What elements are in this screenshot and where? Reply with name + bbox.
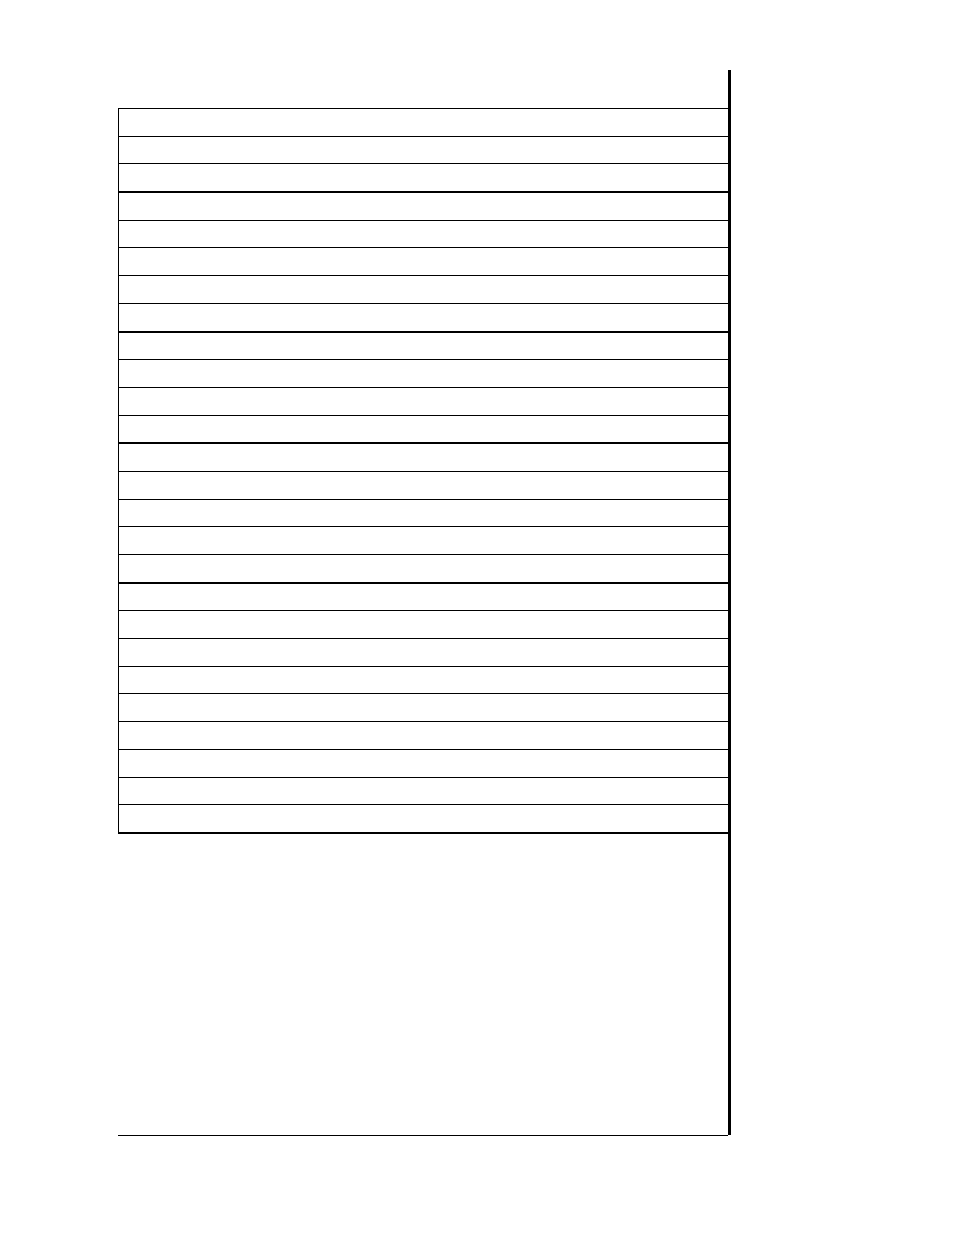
table-row xyxy=(119,555,729,584)
table-row xyxy=(119,193,729,221)
table-row xyxy=(119,137,729,165)
table-row xyxy=(119,164,729,193)
table-row xyxy=(119,805,729,834)
table-row xyxy=(119,527,729,555)
table-row xyxy=(119,388,729,416)
footer-rule xyxy=(118,1135,728,1136)
table-row xyxy=(119,584,729,612)
table-row xyxy=(119,444,729,472)
table-row xyxy=(119,778,729,806)
table-row xyxy=(119,109,729,137)
table-row xyxy=(119,360,729,388)
table-row xyxy=(119,722,729,750)
table-row xyxy=(119,750,729,778)
table-row xyxy=(119,694,729,722)
table-row xyxy=(119,639,729,667)
table-row xyxy=(119,304,729,333)
table-row xyxy=(119,416,729,445)
table-row xyxy=(119,276,729,304)
table-row xyxy=(119,333,729,361)
page xyxy=(0,0,954,1235)
table-row xyxy=(119,667,729,695)
table-row xyxy=(119,221,729,249)
table-row xyxy=(119,500,729,528)
table-row xyxy=(119,248,729,276)
table-row xyxy=(119,472,729,500)
table-row xyxy=(119,611,729,639)
empty-table xyxy=(118,108,729,834)
